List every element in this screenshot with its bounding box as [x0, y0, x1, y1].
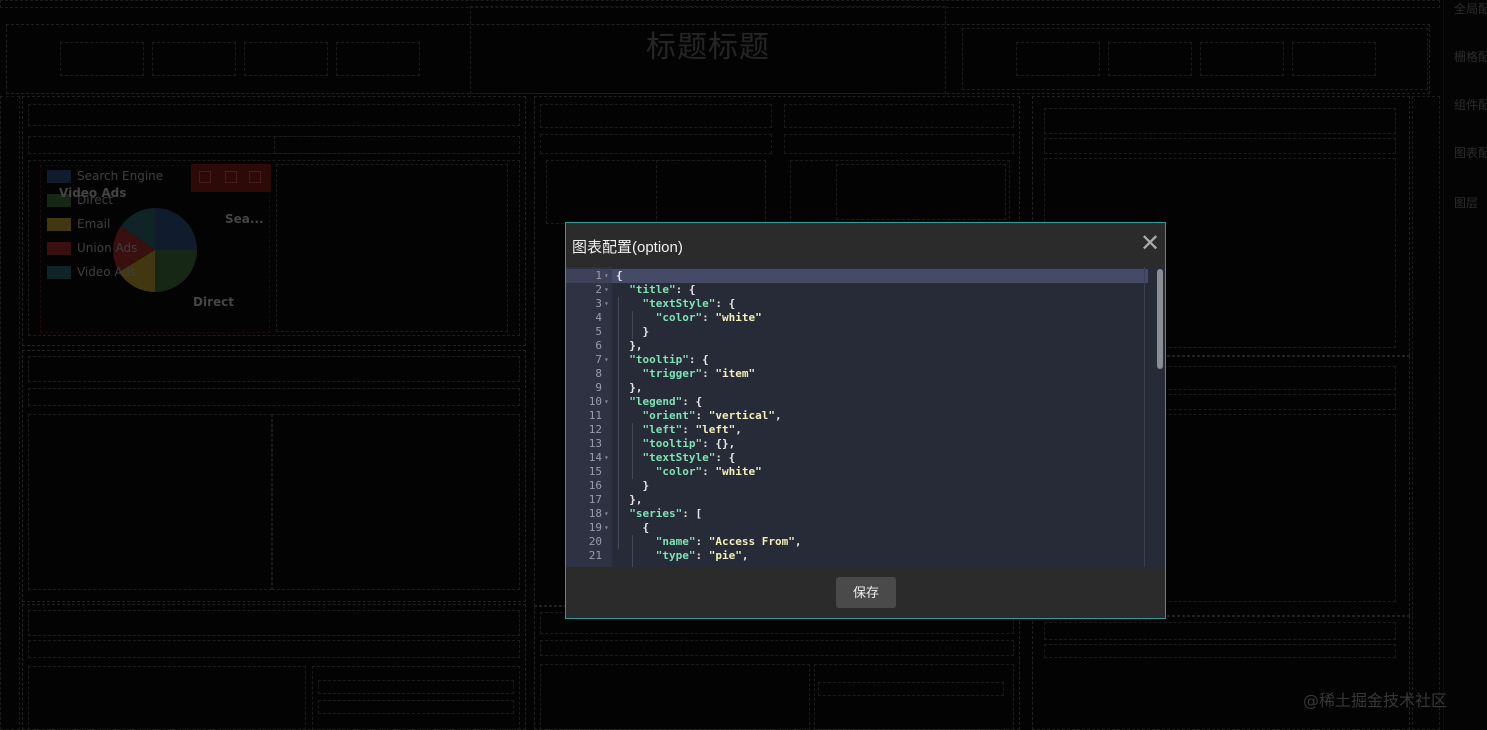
code-line: 6 },	[566, 339, 1148, 353]
code-line: 7 ▾ "tooltip": {	[566, 353, 1148, 367]
code-line: 11 "orient": "vertical",	[566, 409, 1148, 423]
code-line: 9 },	[566, 381, 1148, 395]
code-text: "orient": "vertical",	[642, 409, 782, 422]
code-line: 13 "tooltip": {},	[566, 437, 1148, 451]
fold-arrow-icon[interactable]: ▾	[604, 353, 609, 367]
line-number: 8	[595, 367, 602, 380]
code-line: 20 "name": "Access From",	[566, 535, 1148, 549]
code-line: 16 }	[566, 479, 1148, 493]
code-line: 2 ▾ "title": {	[566, 283, 1148, 297]
code-text: "tooltip": {	[629, 353, 709, 366]
code-line: 3 ▾ "textStyle": {	[566, 297, 1148, 311]
code-text: "legend": {	[629, 395, 703, 408]
code-line: 18 ▾ "series": [	[566, 507, 1148, 521]
fold-arrow-icon[interactable]: ▾	[604, 507, 609, 521]
dialog-title: 图表配置(option)	[572, 239, 683, 256]
code-text: },	[616, 493, 643, 506]
line-number: 15	[588, 465, 602, 478]
code-line: 12 "left": "left",	[566, 423, 1148, 437]
code-text: "color": "white"	[655, 465, 762, 478]
line-number: 2	[595, 283, 602, 296]
code-line: 14 ▾ "textStyle": {	[566, 451, 1148, 465]
line-number: 3	[595, 297, 602, 310]
line-number: 18	[588, 507, 602, 520]
code-text: {	[616, 269, 623, 282]
line-number: 17	[588, 493, 602, 506]
code-line: 8 "trigger": "item"	[566, 367, 1148, 381]
code-text: "trigger": "item"	[642, 367, 756, 380]
code-text: "type": "pie",	[655, 549, 749, 562]
code-line: 1 ▾ {	[566, 269, 1148, 283]
code-line: 17 },	[566, 493, 1148, 507]
fold-arrow-icon[interactable]: ▾	[604, 451, 609, 465]
code-line: 4 "color": "white"	[566, 311, 1148, 325]
dialog-footer: 保存	[566, 567, 1165, 618]
line-number: 12	[588, 423, 602, 436]
editor-scrollbar[interactable]	[1157, 269, 1163, 369]
line-number: 6	[595, 339, 602, 352]
line-number: 5	[595, 325, 602, 338]
code-text: "name": "Access From",	[655, 535, 802, 548]
code-text: }	[616, 479, 650, 492]
line-number: 4	[595, 311, 602, 324]
line-number: 19	[588, 521, 602, 534]
code-text: "color": "white"	[655, 311, 762, 324]
chart-option-dialog: 图表配置(option) ✕ 1 ▾{2 ▾ "title": {3 ▾ "textS…	[565, 222, 1166, 619]
fold-arrow-icon[interactable]: ▾	[604, 297, 609, 311]
fold-arrow-icon[interactable]: ▾	[604, 521, 609, 535]
line-number: 13	[588, 437, 602, 450]
code-text: "left": "left",	[642, 423, 742, 436]
code-text: {	[616, 521, 650, 534]
fold-arrow-icon[interactable]: ▾	[604, 283, 609, 297]
fold-arrow-icon[interactable]: ▾	[604, 269, 609, 283]
code-text: "textStyle": {	[642, 451, 736, 464]
code-text: "series": [	[629, 507, 703, 520]
code-text: "tooltip": {},	[642, 437, 736, 450]
code-line: 5 }	[566, 325, 1148, 339]
line-number: 21	[588, 549, 602, 562]
close-icon[interactable]: ✕	[1139, 231, 1161, 255]
fold-arrow-icon[interactable]: ▾	[604, 395, 609, 409]
code-text: "textStyle": {	[642, 297, 736, 310]
line-number: 20	[588, 535, 602, 548]
line-number: 7	[595, 353, 602, 366]
code-line: 15 "color": "white"	[566, 465, 1148, 479]
line-number: 16	[588, 479, 602, 492]
line-number: 1	[595, 269, 602, 282]
code-text: }	[616, 325, 650, 338]
code-line: 19 ▾ {	[566, 521, 1148, 535]
line-number: 11	[588, 409, 602, 422]
code-line: 10 ▾ "legend": {	[566, 395, 1148, 409]
line-number: 9	[595, 381, 602, 394]
code-text: },	[616, 381, 643, 394]
code-editor[interactable]: 1 ▾{2 ▾ "title": {3 ▾ "textStyle": {4 "colo…	[566, 267, 1165, 567]
code-line: 21 "type": "pie",	[566, 549, 1148, 563]
save-button[interactable]: 保存	[836, 577, 896, 608]
code-text: },	[616, 339, 643, 352]
line-number: 10	[588, 395, 602, 408]
line-number: 14	[588, 451, 602, 464]
code-text: "title": {	[629, 283, 696, 296]
